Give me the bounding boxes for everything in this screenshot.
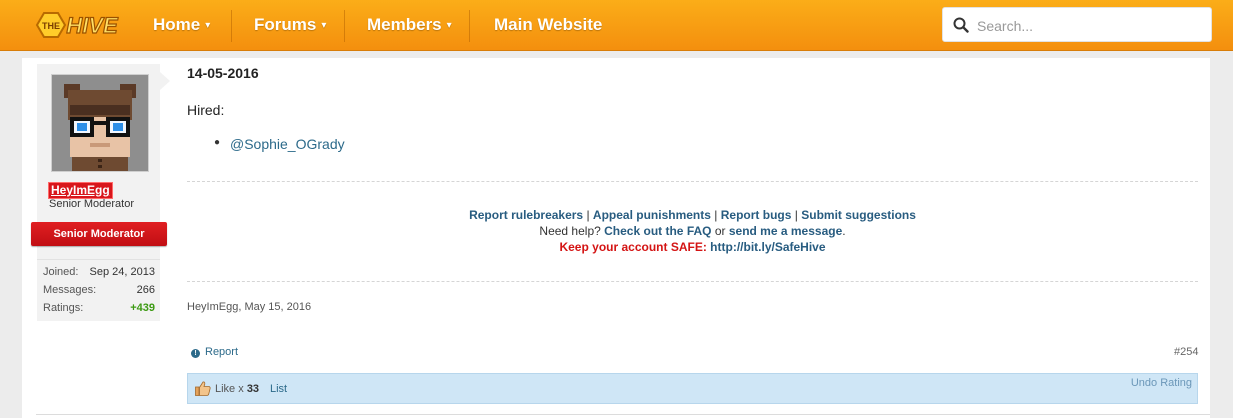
user-mention-link[interactable]: @Sophie_OGrady [230, 136, 345, 152]
separator: | [586, 208, 590, 222]
signature-divider-bottom [187, 281, 1198, 282]
alert-icon: ! [191, 349, 200, 358]
rank-banner: Senior Moderator [31, 222, 167, 246]
post-date-heading: 14-05-2016 [187, 65, 259, 81]
signature-line-2: Need help? Check out the FAQ or send me … [187, 223, 1198, 239]
post-bottom-border [36, 414, 1210, 415]
likes-prefix: Like x [215, 383, 244, 395]
nav-divider [344, 10, 345, 42]
search-icon[interactable] [953, 17, 969, 33]
nav-main-website[interactable]: Main Website [494, 0, 602, 50]
chevron-down-icon: ▾ [446, 20, 452, 31]
username-link[interactable]: HeyImEgg [48, 182, 113, 199]
separator: | [714, 208, 718, 222]
chevron-down-icon: ▾ [321, 20, 327, 31]
stat-label: Messages: [43, 284, 97, 296]
appeal-punishments-link[interactable]: Appeal punishments [593, 208, 711, 222]
nav-members-label: Members [367, 15, 442, 34]
search-box [942, 7, 1212, 42]
page-gutter [1210, 58, 1233, 418]
signature-divider-top [187, 181, 1198, 182]
signature-line-3: Keep your account SAFE: http://bit.ly/Sa… [187, 239, 1198, 255]
stat-value: Sep 24, 2013 [89, 266, 155, 278]
avatar[interactable] [51, 74, 149, 172]
likes-count-text: Like x 33 [215, 383, 259, 395]
nav-forums-label: Forums [254, 15, 317, 34]
thumbs-up-icon [195, 381, 211, 396]
svg-text:HIVE: HIVE [66, 13, 119, 38]
search-input[interactable] [975, 13, 1204, 39]
post-author-date[interactable]: HeyImEgg, May 15, 2016 [187, 301, 311, 313]
stat-label: Ratings: [43, 302, 84, 314]
report-label: Report [205, 346, 239, 358]
likes-bar: Like x 33 List Undo Rating [187, 373, 1198, 404]
site-logo[interactable]: THE HIVE [34, 8, 124, 42]
likes-list-link[interactable]: List [270, 383, 287, 395]
bullet: ● [214, 137, 221, 148]
stat-value[interactable]: 266 [137, 283, 155, 297]
post-permalink[interactable]: #254 [1174, 346, 1198, 358]
nav-home[interactable]: Home ▾ [153, 0, 210, 50]
stat-value: +439 [130, 302, 155, 314]
chevron-down-icon: ▾ [205, 20, 211, 31]
likes-count: 33 [246, 383, 260, 395]
report-button[interactable]: ! Report [191, 346, 238, 358]
nav-main-website-label: Main Website [494, 15, 603, 34]
period-text: . [842, 224, 846, 238]
message-arrow [160, 72, 170, 90]
signature-line-1: Report rulebreakers | Appeal punishments… [187, 207, 1198, 223]
stats-divider [37, 259, 160, 260]
safehive-link[interactable]: http://bit.ly/SafeHive [710, 240, 825, 254]
nav-divider [469, 10, 470, 42]
separator: | [794, 208, 798, 222]
report-rulebreakers-link[interactable]: Report rulebreakers [469, 208, 583, 222]
top-navbar: THE HIVE Home ▾ Forums ▾ Members ▾ Main Web… [0, 0, 1233, 51]
submit-suggestions-link[interactable]: Submit suggestions [801, 208, 916, 222]
user-title: Senior Moderator [49, 198, 134, 210]
hired-label: Hired: [187, 102, 225, 118]
send-message-link[interactable]: send me a message [729, 224, 842, 238]
nav-home-label: Home [153, 15, 201, 34]
nav-members[interactable]: Members ▾ [367, 0, 452, 50]
safety-label: Keep your account SAFE: [559, 240, 707, 254]
nav-forums[interactable]: Forums ▾ [254, 0, 326, 50]
report-bugs-link[interactable]: Report bugs [721, 208, 792, 222]
need-help-text: Need help? [539, 224, 601, 238]
faq-link[interactable]: Check out the FAQ [604, 224, 711, 238]
stat-label: Joined: [43, 266, 79, 278]
or-text: or [714, 224, 726, 238]
svg-text:THE: THE [42, 21, 60, 31]
undo-rating-link[interactable]: Undo Rating [1131, 377, 1192, 389]
nav-divider [231, 10, 232, 42]
